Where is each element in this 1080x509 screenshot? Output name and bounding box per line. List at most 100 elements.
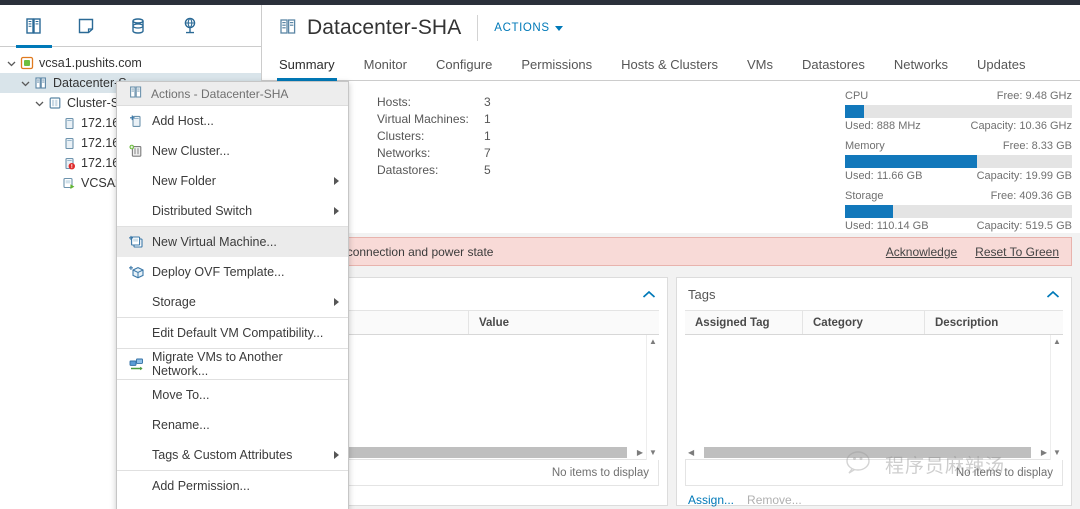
- scroll-down-icon[interactable]: ▼: [649, 449, 657, 457]
- menu-item-new-virtual-machine[interactable]: New Virtual Machine...: [117, 227, 348, 257]
- resource-bar-fill: [845, 205, 894, 218]
- tags-panel: Tags Assigned Tag Category Description ▲…: [676, 277, 1072, 507]
- actions-button[interactable]: ACTIONS: [494, 21, 563, 34]
- inventory-nav-icons: [0, 5, 261, 48]
- menu-item-alarms[interactable]: Alarms: [117, 501, 348, 509]
- menu-item-label: New Cluster...: [152, 144, 230, 158]
- chevron-right-icon: [334, 298, 339, 306]
- menu-item-label: New Folder: [152, 174, 216, 188]
- column-header-category[interactable]: Category: [803, 311, 925, 334]
- tree-item-label: vcsa1.pushits.com: [39, 56, 142, 70]
- menu-item-add-permission[interactable]: Add Permission...: [117, 471, 348, 501]
- host-icon: [60, 137, 78, 150]
- chevron-down-icon[interactable]: [18, 79, 32, 88]
- tab-monitor[interactable]: Monitor: [364, 57, 407, 80]
- scroll-down-icon[interactable]: ▼: [1053, 449, 1061, 457]
- context-menu-title-label: Actions - Datacenter-SHA: [151, 86, 289, 101]
- chevron-down-icon[interactable]: [32, 99, 46, 108]
- acknowledge-link[interactable]: Acknowledge: [886, 245, 957, 259]
- menu-item-edit-default-vm-compatibility[interactable]: Edit Default VM Compatibility...: [117, 318, 348, 348]
- menu-item-label: Edit Default VM Compatibility...: [152, 326, 324, 340]
- tab-updates[interactable]: Updates: [977, 57, 1025, 80]
- tags-grid-body: ▲ ▼ ◀ ▶: [685, 335, 1063, 460]
- stat-row: Networks: 7: [377, 145, 491, 162]
- column-header-assigned-tag[interactable]: Assigned Tag: [685, 311, 803, 334]
- resource-cpu: CPU Free: 9.48 GHz Used: 888 MHz Capacit…: [845, 89, 1072, 133]
- menu-item-tags-and-custom-attributes[interactable]: Tags & Custom Attributes: [117, 440, 348, 470]
- vertical-scrollbar[interactable]: ▲ ▼: [1050, 335, 1063, 460]
- menu-item-move-to[interactable]: Move To...: [117, 380, 348, 410]
- horizontal-scrollbar[interactable]: ◀ ▶: [685, 446, 1050, 459]
- menu-item-new-cluster[interactable]: New Cluster...: [117, 136, 348, 166]
- menu-item-migrate-vms-to-another-network[interactable]: Migrate VMs to Another Network...: [117, 349, 348, 379]
- resource-used: Used: 888 MHz: [845, 120, 921, 132]
- storage-icon[interactable]: [112, 5, 164, 47]
- stat-value: 1: [484, 112, 491, 126]
- ovf-template-icon: [129, 265, 148, 280]
- resource-free: Free: 409.36 GB: [990, 190, 1072, 202]
- stat-value: 5: [484, 163, 491, 177]
- chevron-up-icon[interactable]: [642, 287, 656, 302]
- tab-datastores[interactable]: Datastores: [802, 57, 865, 80]
- menu-item-label: Rename...: [152, 418, 210, 432]
- datacenter-icon: [32, 76, 50, 90]
- resource-capacity: Capacity: 19.99 GB: [976, 170, 1072, 182]
- tab-configure[interactable]: Configure: [436, 57, 492, 80]
- actions-label: ACTIONS: [494, 21, 550, 34]
- menu-item-add-host[interactable]: Add Host...: [117, 106, 348, 136]
- stat-label: Datastores:: [377, 163, 439, 177]
- menu-item-distributed-switch[interactable]: Distributed Switch: [117, 196, 348, 226]
- stat-label: Hosts:: [377, 95, 412, 109]
- stat-row: Virtual Machines: 1: [377, 111, 491, 128]
- tree-item-vcenter[interactable]: vcsa1.pushits.com: [0, 53, 261, 73]
- scroll-up-icon[interactable]: ▲: [649, 338, 657, 346]
- hosts-and-clusters-icon[interactable]: [8, 5, 60, 48]
- tags-grid-header: Assigned Tag Category Description: [685, 310, 1063, 335]
- menu-item-label: Move To...: [152, 388, 210, 402]
- column-header-description[interactable]: Description: [925, 311, 1063, 334]
- alarm-banner: 10.13 : Host connection and power state …: [270, 237, 1072, 266]
- context-menu-title: Actions - Datacenter-SHA: [117, 82, 348, 106]
- chevron-down-icon[interactable]: [4, 59, 18, 68]
- menu-item-storage[interactable]: Storage: [117, 287, 348, 317]
- stat-label: Virtual Machines:: [377, 112, 469, 126]
- column-header-value[interactable]: Value: [469, 311, 659, 334]
- scroll-right-icon[interactable]: ▶: [634, 448, 646, 457]
- scroll-up-icon[interactable]: ▲: [1053, 338, 1061, 346]
- datacenter-icon: [129, 85, 143, 102]
- scrollbar-thumb[interactable]: [704, 447, 1031, 458]
- resource-bar: [845, 155, 1072, 168]
- resource-bar-fill: [845, 155, 978, 168]
- resource-used: Used: 11.66 GB: [845, 170, 923, 182]
- chevron-up-icon[interactable]: [1046, 287, 1060, 302]
- host-alert-icon: [60, 157, 78, 170]
- vertical-scrollbar[interactable]: ▲ ▼: [646, 335, 659, 460]
- assign-tag-link[interactable]: Assign...: [688, 493, 734, 507]
- scroll-left-icon[interactable]: ◀: [685, 448, 697, 457]
- chevron-down-icon: [554, 26, 563, 31]
- vms-and-templates-icon[interactable]: [60, 5, 112, 47]
- tab-networks[interactable]: Networks: [894, 57, 948, 80]
- tab-summary[interactable]: Summary: [277, 57, 337, 81]
- scrollbar-track[interactable]: [697, 447, 1038, 458]
- tab-vms[interactable]: VMs: [747, 57, 773, 80]
- scroll-right-icon[interactable]: ▶: [1038, 448, 1050, 457]
- resource-capacity: Capacity: 10.36 GHz: [970, 120, 1073, 132]
- datacenter-icon: [279, 17, 298, 39]
- networking-icon[interactable]: [164, 5, 216, 47]
- chevron-right-icon: [334, 451, 339, 459]
- resource-memory: Memory Free: 8.33 GB Used: 11.66 GB Capa…: [845, 139, 1072, 183]
- menu-item-new-folder[interactable]: New Folder: [117, 166, 348, 196]
- tab-permissions[interactable]: Permissions: [521, 57, 592, 80]
- menu-item-rename[interactable]: Rename...: [117, 410, 348, 440]
- remove-tag-link: Remove...: [747, 493, 802, 507]
- stat-label: Networks:: [377, 146, 431, 160]
- tab-hosts-and-clusters[interactable]: Hosts & Clusters: [621, 57, 718, 80]
- reset-to-green-link[interactable]: Reset To Green: [975, 245, 1059, 259]
- resource-bar: [845, 205, 1072, 218]
- chevron-right-icon: [334, 207, 339, 215]
- tags-actions: Assign... Remove...: [677, 486, 1071, 507]
- vm-running-icon: [60, 177, 78, 190]
- menu-item-deploy-ovf-template[interactable]: Deploy OVF Template...: [117, 257, 348, 287]
- context-menu: Actions - Datacenter-SHA Add Host... New…: [116, 81, 349, 509]
